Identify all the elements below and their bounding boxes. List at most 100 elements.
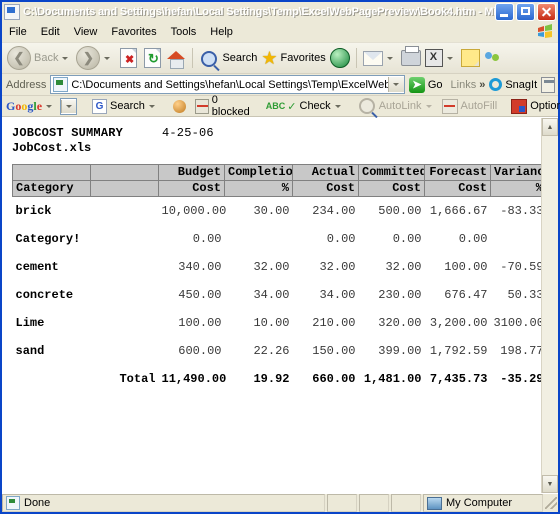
mail-button[interactable]	[361, 45, 399, 71]
column-header-top-6: Forecast	[424, 164, 491, 181]
autofill-icon	[441, 98, 458, 114]
abc-icon: ABC	[265, 101, 286, 111]
resize-grip[interactable]	[545, 497, 557, 509]
history-button[interactable]	[328, 45, 352, 71]
google-autolink-button[interactable]: AutoLink	[356, 98, 439, 114]
google-toolbar: Google G Search 0 blocked ABC ✓ Check Au…	[2, 94, 560, 118]
menu-item-view[interactable]: View	[67, 24, 105, 40]
links-label[interactable]: Links	[451, 79, 477, 91]
favorites-button[interactable]: ★ Favorites	[259, 45, 327, 71]
google-options-button[interactable]: Options	[508, 98, 560, 114]
forward-dropdown-icon[interactable]	[104, 56, 111, 60]
table-header-row-1: BudgetCompletionActualCommittedForecastV…	[12, 164, 541, 181]
cell-total-forecast-cost: 7,435.73	[429, 372, 488, 386]
cell-committed-cost: 0.00	[392, 232, 422, 246]
address-input[interactable]: C:\Documents and Settings\hefan\Local Se…	[50, 75, 405, 94]
google-search-button[interactable]: G Search	[89, 98, 162, 114]
links-overflow-icon[interactable]: »	[479, 79, 485, 91]
cell-forecast-cost: 1,666.67	[429, 204, 488, 218]
star-icon: ★	[261, 48, 278, 68]
popup-blocked-icon	[194, 98, 209, 114]
scroll-up-button[interactable]: ▲	[542, 118, 558, 136]
google-search-options-icon[interactable]	[148, 104, 155, 108]
table-row: Lime 100.00 10.00 210.00 320.00 3,200.00 3100.…	[13, 309, 542, 337]
google-search-input[interactable]	[60, 97, 78, 115]
menu-item-favorites[interactable]: Favorites	[104, 24, 163, 40]
cell-actual-cost: 234.00	[312, 204, 356, 218]
menu-item-edit[interactable]: Edit	[34, 24, 67, 40]
table-row: concrete 450.00 34.00 34.00 230.00 676.47 50.3…	[13, 281, 542, 309]
back-label: Back	[34, 52, 59, 64]
column-header-bottom-0: Category	[12, 180, 91, 197]
search-label: Search	[222, 52, 258, 64]
mail-dropdown-icon[interactable]	[386, 56, 393, 60]
ie-document-icon	[4, 4, 20, 20]
cell-committed-cost: 32.00	[385, 260, 422, 274]
google-blocked-button[interactable]: 0 blocked	[192, 94, 255, 118]
cell-spacer	[91, 197, 159, 226]
cell-actual-cost: 32.00	[319, 260, 356, 274]
refresh-icon: ↻	[142, 48, 162, 68]
menu-bar: File Edit View Favorites Tools Help	[2, 22, 558, 43]
google-autolink-label: AutoLink	[378, 100, 422, 112]
home-button[interactable]	[164, 45, 188, 71]
snagit-capture-button[interactable]	[541, 76, 555, 93]
stop-button[interactable]: ✖	[116, 45, 140, 71]
google-check-options-icon[interactable]	[334, 104, 341, 108]
go-button[interactable]: ➤ Go	[408, 76, 443, 93]
status-text: Done	[24, 497, 51, 509]
close-button[interactable]	[537, 3, 556, 21]
table-row: cement 340.00 32.00 32.00 32.00 100.00 -70.59	[13, 253, 542, 281]
cell-category: concrete	[15, 288, 74, 302]
edit-dropdown-icon[interactable]	[446, 56, 453, 60]
google-spellcheck-button[interactable]: ABC ✓ Check	[263, 100, 348, 113]
address-dropdown-icon[interactable]	[387, 77, 404, 92]
cell-budget-cost: 100.00	[178, 316, 222, 330]
google-autofill-label: AutoFill	[460, 100, 498, 112]
navigation-toolbar: ❮ Back ❯ ✖ ↻ Search ★ Favorites	[2, 43, 558, 74]
snagit-icon	[489, 78, 503, 91]
status-page-icon	[6, 496, 20, 510]
google-autolink-options-icon[interactable]	[425, 104, 432, 108]
cell-total-committed-cost: 1,481.00	[363, 372, 422, 386]
menu-item-help[interactable]: Help	[203, 24, 240, 40]
go-label: Go	[427, 78, 443, 91]
google-menu-icon[interactable]	[46, 104, 53, 108]
browser-window: C:\Documents and Settings\hefan\Local Se…	[0, 0, 560, 514]
google-search-dropdown-icon[interactable]	[61, 99, 77, 113]
minimize-button[interactable]	[495, 3, 514, 21]
google-popup-shield-button[interactable]	[170, 99, 192, 113]
google-autofill-button[interactable]: AutoFill	[439, 98, 501, 114]
autolink-icon	[358, 98, 375, 114]
column-header-bottom-3: %	[224, 180, 293, 197]
search-button[interactable]: Search	[197, 45, 259, 71]
discuss-button[interactable]	[459, 45, 482, 71]
status-pane-3	[391, 494, 421, 512]
cell-completion-pct: 32.00	[253, 260, 290, 274]
status-bar: Done My Computer	[2, 493, 558, 512]
cell-variance-pct: 50.33	[507, 288, 541, 302]
menu-item-tools[interactable]: Tools	[164, 24, 204, 40]
menu-item-file[interactable]: File	[2, 24, 34, 40]
cell-forecast-cost: 100.00	[444, 260, 488, 274]
vertical-scrollbar[interactable]: ▲ ▼	[541, 118, 558, 493]
computer-icon	[427, 496, 442, 510]
options-icon	[511, 98, 528, 114]
cell-actual-cost: 150.00	[312, 344, 356, 358]
maximize-button[interactable]	[516, 3, 535, 21]
edit-button[interactable]	[423, 45, 459, 71]
cell-total-variance-pct: -35.29	[500, 372, 541, 386]
back-button[interactable]: ❮ Back	[5, 45, 74, 71]
forward-button[interactable]: ❯	[74, 45, 116, 71]
cell-spacer	[91, 253, 159, 281]
messenger-button[interactable]	[482, 45, 504, 71]
refresh-button[interactable]: ↻	[140, 45, 164, 71]
window-controls	[495, 3, 557, 21]
scroll-down-button[interactable]: ▼	[542, 475, 558, 493]
table-header-row-2: CategoryCost%CostCostCost%	[12, 180, 541, 197]
back-dropdown-icon[interactable]	[62, 56, 69, 60]
snagit-button[interactable]: SnagIt	[489, 78, 537, 91]
print-button[interactable]	[399, 45, 423, 71]
history-globe-icon	[329, 48, 350, 68]
page-icon	[53, 77, 69, 92]
